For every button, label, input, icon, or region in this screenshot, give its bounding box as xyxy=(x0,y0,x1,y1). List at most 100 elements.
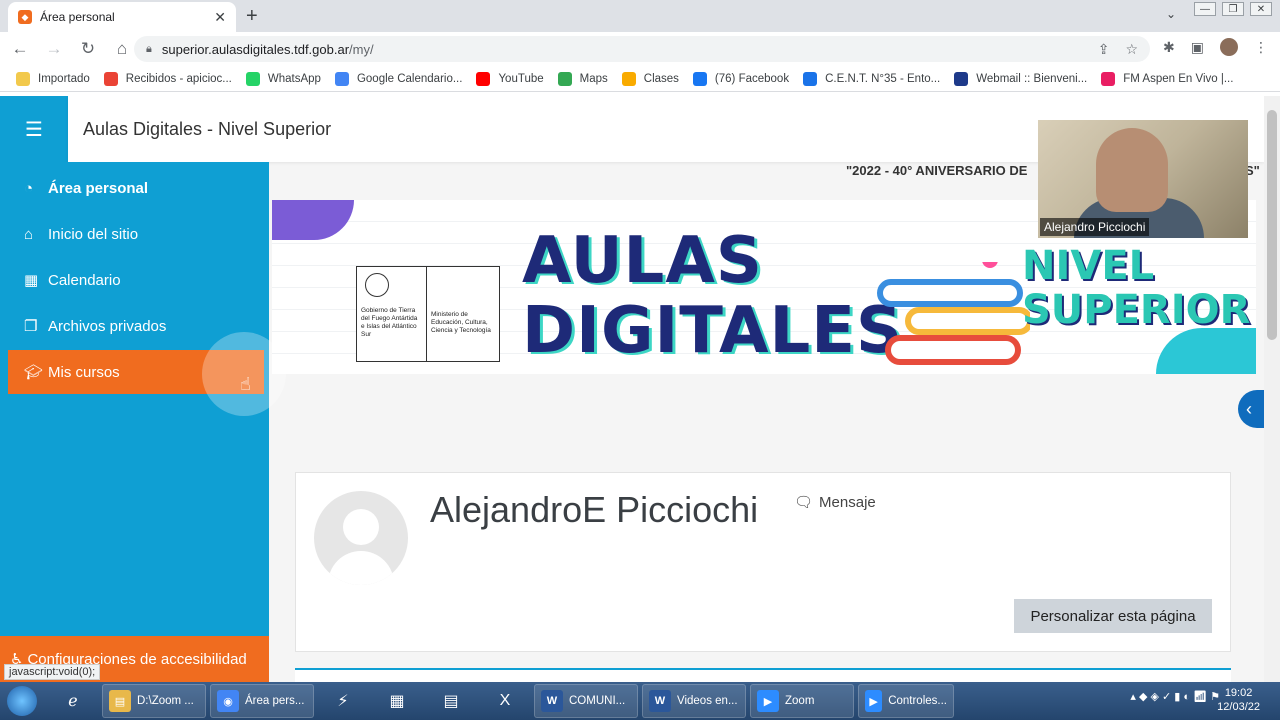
tray-icons[interactable]: ▴ ◆ ◈ ✓ ▮ ◐ 📶︎ ⚑ xyxy=(1130,690,1220,703)
bookmark-item[interactable]: WhatsApp xyxy=(245,71,321,86)
windows-taskbar: ℯ ▤ D:\Zoom ... ◉ Área pers... ⚡ ▦ ▤ X W COMUNI..… xyxy=(0,682,1280,720)
address-bar[interactable]: 🔒︎ superior.aulasdigitales.tdf.gob.ar /m… xyxy=(134,36,1150,62)
start-button[interactable] xyxy=(0,682,44,720)
sidebar-item-calendario[interactable]: ▦ Calendario xyxy=(8,258,264,302)
blocks-drawer-toggle-icon[interactable]: ‹ xyxy=(1238,390,1264,428)
bookmark-item[interactable]: Clases xyxy=(621,71,679,86)
clock[interactable]: 19:02 12/03/22 xyxy=(1217,686,1260,714)
system-tray: ▴ ◆ ◈ ✓ ▮ ◐ 📶︎ ⚑ xyxy=(1130,690,1220,703)
winrar-icon[interactable]: ⚡ xyxy=(318,684,368,718)
speech-bubble-icon: 🗨︎ xyxy=(794,494,814,511)
tab-close-icon[interactable]: ✕ xyxy=(214,9,226,26)
banner-subtitle-line1: NIVEL xyxy=(1022,243,1155,289)
home-icon: ⌂ xyxy=(24,225,34,243)
tab-title: Área personal xyxy=(40,10,115,24)
taskbar-app-icon: ◉ xyxy=(217,690,239,712)
reload-icon[interactable]: ↻ xyxy=(74,39,102,59)
gov-left-text: Gobierno de Tierra del Fuego Antártida e… xyxy=(361,307,418,338)
bookmark-item[interactable]: (76) Facebook xyxy=(692,71,789,86)
banner-subtitle: NIVEL SUPERIOR xyxy=(1022,244,1250,332)
bookmark-label: WhatsApp xyxy=(267,72,321,85)
bookmark-favicon-icon xyxy=(1101,71,1116,86)
bookmark-item[interactable]: Maps xyxy=(557,71,608,86)
taskbar-app-icon: W xyxy=(649,690,671,712)
internet-explorer-icon[interactable]: ℯ xyxy=(48,684,98,718)
bookmark-favicon-icon xyxy=(334,71,349,86)
bookmark-label: Importado xyxy=(38,72,90,85)
profile-avatar-icon[interactable] xyxy=(1220,38,1238,56)
bookmark-item[interactable]: FM Aspen En Vivo |... xyxy=(1101,71,1234,86)
extensions-icon[interactable]: ✱ xyxy=(1163,39,1175,56)
scrollbar-thumb[interactable] xyxy=(1267,110,1277,340)
tab-search-icon[interactable]: ⌄ xyxy=(1166,7,1176,21)
bookmark-favicon-icon xyxy=(621,71,636,86)
bookmark-favicon-icon xyxy=(245,71,260,86)
dashboard-icon: ◔ xyxy=(24,179,34,197)
browser-actions: ✱ ▣ ⋮ xyxy=(1163,38,1268,56)
restore-icon[interactable]: ❐ xyxy=(1222,2,1244,16)
clock-time: 19:02 xyxy=(1224,687,1253,699)
side-panel-icon[interactable]: ▣ xyxy=(1191,39,1204,56)
participant-name: Alejandro Picciochi xyxy=(1040,218,1150,236)
bookmark-label: Webmail :: Bienveni... xyxy=(976,72,1088,85)
bookmark-item[interactable]: C.E.N.T. N°35 - Ento... xyxy=(803,71,941,86)
message-link[interactable]: 🗨︎ Mensaje xyxy=(794,493,876,512)
bookmark-item[interactable]: Importado xyxy=(16,71,90,86)
gov-right-text: Ministerio de Educación, Cultura, Cienci… xyxy=(431,311,491,334)
taskbar-app[interactable]: ◉ Área pers... xyxy=(210,684,314,718)
menu-kebab-icon[interactable]: ⋮ xyxy=(1254,39,1268,56)
taskbar-app[interactable]: ▶ Zoom xyxy=(750,684,854,718)
window-close-icon[interactable]: ✕ xyxy=(1250,2,1272,16)
sidebar-item-area-personal[interactable]: ◔ Área personal xyxy=(8,166,264,210)
bookmark-label: FM Aspen En Vivo |... xyxy=(1123,72,1234,85)
taskbar-app[interactable]: ▤ D:\Zoom ... xyxy=(102,684,206,718)
share-icon[interactable]: ⇪ xyxy=(1098,41,1110,58)
minimize-icon[interactable]: — xyxy=(1194,2,1216,16)
browser-tab[interactable]: ◆ Área personal ✕ xyxy=(8,2,236,32)
bookmark-favicon-icon xyxy=(103,71,118,86)
bookmark-favicon-icon xyxy=(692,71,707,86)
browser-toolbar: ← → ↻ ⌂ 🔒︎ superior.aulasdigitales.tdf.g… xyxy=(0,32,1280,66)
calculator-icon[interactable]: ▤ xyxy=(426,684,476,718)
graduation-cap-icon: 🎓︎ xyxy=(24,364,44,381)
customize-page-button[interactable]: Personalizar esta página xyxy=(1014,599,1212,633)
taskbar-app[interactable]: ▶ Controles... xyxy=(858,684,954,718)
taskbar-app-icon: ▶ xyxy=(865,690,883,712)
taskbar-app[interactable]: W Videos en... xyxy=(642,684,746,718)
bookmark-favicon-icon xyxy=(476,71,491,86)
window-controls: — ❐ ✕ xyxy=(1194,2,1272,16)
site-title[interactable]: Aulas Digitales - Nivel Superior xyxy=(83,119,331,140)
sidebar-item-label: Inicio del sitio xyxy=(48,225,139,243)
bookmark-item[interactable]: Webmail :: Bienveni... xyxy=(954,71,1088,86)
excel-icon[interactable]: X xyxy=(480,684,530,718)
taskbar-app-label: Videos en... xyxy=(677,695,738,707)
bookmark-item[interactable]: Recibidos - apicioc... xyxy=(103,71,232,86)
new-tab-icon[interactable]: + xyxy=(246,5,258,28)
bookmark-label: Google Calendario... xyxy=(356,72,463,85)
forward-icon[interactable]: → xyxy=(40,39,68,59)
home-browser-icon[interactable]: ⌂ xyxy=(108,39,136,59)
page-scrollbar[interactable] xyxy=(1264,96,1280,682)
bookmarks-bar: Importado Recibidos - apicioc... WhatsApp G… xyxy=(0,66,1280,92)
course-overview-block xyxy=(295,668,1231,682)
windows-explorer-icon[interactable]: ▦ xyxy=(372,684,422,718)
lock-icon[interactable]: 🔒︎ xyxy=(146,43,152,56)
participant-video xyxy=(1096,128,1168,212)
avatar[interactable] xyxy=(314,491,408,585)
bookmark-item[interactable]: Google Calendario... xyxy=(334,71,463,86)
bookmark-item[interactable]: YouTube xyxy=(476,71,544,86)
taskbar-app-icon: ▶ xyxy=(757,690,779,712)
sidebar-item-inicio[interactable]: ⌂ Inicio del sitio xyxy=(8,212,264,256)
user-profile-card: AlejandroE Picciochi 🗨︎ Mensaje Personal… xyxy=(295,472,1231,652)
anniversary-announcement: "2022 - 40° ANIVERSARIO DE xyxy=(846,163,1028,178)
taskbar-app-icon: ▤ xyxy=(109,690,131,712)
taskbar-app[interactable]: W COMUNI... xyxy=(534,684,638,718)
moodle-favicon-icon: ◆ xyxy=(18,10,32,24)
bookmark-star-icon[interactable]: ☆ xyxy=(1125,41,1138,58)
banner-subtitle-line2: SUPERIOR xyxy=(1022,287,1251,333)
bookmark-label: C.E.N.T. N°35 - Ento... xyxy=(825,72,941,85)
hamburger-menu-icon[interactable]: ☰ xyxy=(0,96,68,162)
windows-logo-icon xyxy=(7,686,37,716)
status-bar-link: javascript:void(0); xyxy=(4,664,101,680)
back-icon[interactable]: ← xyxy=(6,39,34,59)
